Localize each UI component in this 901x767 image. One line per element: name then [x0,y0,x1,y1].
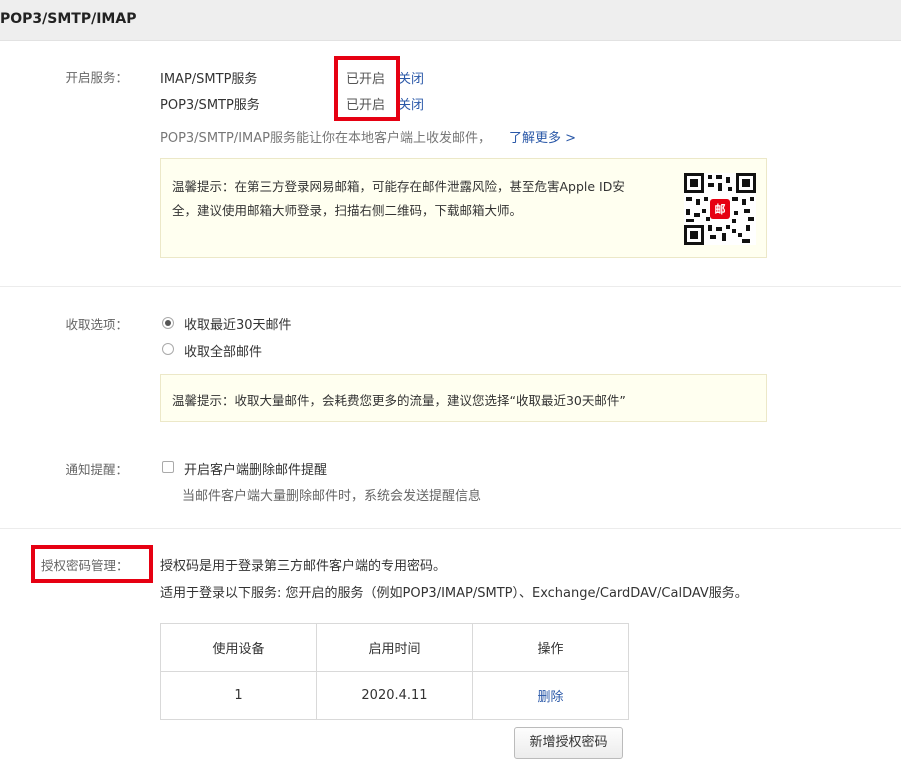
security-tip-line2: 全，建议使用邮箱大师登录，扫描右侧二维码，下载邮箱大师。 [172,203,523,218]
service-name-pop3: POP3/SMTP服务 [160,98,260,113]
table-row: 1 2020.4.11 删除 [160,671,629,720]
section-title: POP3/SMTP/IMAP [0,11,137,27]
auth-table: 使用设备 启用时间 操作 1 2020.4.11 删除 [160,623,629,720]
security-tip-box: 温馨提示：在第三方登录网易邮箱，可能存在邮件泄露风险，甚至危害Apple ID安… [160,158,767,258]
auth-desc-1: 授权码是用于登录第三方邮件客户端的专用密码。 [160,559,447,574]
highlight-status-box [334,56,400,121]
delete-link[interactable]: 删除 [537,690,563,705]
close-imap-link[interactable]: 关闭 [398,68,424,87]
section-header: POP3/SMTP/IMAP [0,0,901,41]
services-label: 开启服务： [65,70,128,85]
auth-label: 授权密码管理： [41,558,129,573]
column-header-time: 启用时间 [316,623,473,672]
table-header-row: 使用设备 启用时间 操作 [160,623,629,672]
services-description: POP3/SMTP/IMAP服务能让你在本地客户端上收发邮件， [160,131,491,146]
cell-action: 删除 [472,671,629,720]
radio-recent-30[interactable] [162,317,174,329]
radio-all-mail[interactable] [162,343,174,355]
section-divider [0,528,901,529]
fetch-tip-box: 温馨提示：收取大量邮件，会耗费您更多的流量，建议您选择“收取最近30天邮件” [160,374,767,422]
fetch-tip-text: 温馨提示：收取大量邮件，会耗费您更多的流量，建议您选择“收取最近30天邮件” [172,393,626,408]
qr-code-icon: 邮 [684,173,756,245]
notify-label: 通知提醒： [65,462,128,477]
learn-more-link[interactable]: 了解更多 > [509,127,576,146]
cell-device: 1 [160,671,317,720]
service-name-imap: IMAP/SMTP服务 [160,72,258,87]
delete-alert-hint: 当邮件客户端大量删除邮件时，系统会发送提醒信息 [182,489,482,504]
add-auth-code-button[interactable]: 新增授权密码 [514,727,623,759]
column-header-device: 使用设备 [160,623,317,672]
delete-alert-label[interactable]: 开启客户端删除邮件提醒 [184,459,327,478]
radio-all-mail-label[interactable]: 收取全部邮件 [184,341,262,360]
close-pop3-link[interactable]: 关闭 [398,94,424,113]
auth-desc-2: 适用于登录以下服务: 您开启的服务（例如POP3/IMAP/SMTP）、Exch… [160,586,748,601]
radio-recent-30-label[interactable]: 收取最近30天邮件 [184,314,292,333]
cell-time: 2020.4.11 [316,671,473,720]
qr-badge-text: 邮 [714,203,726,216]
column-header-action: 操作 [472,623,629,672]
fetch-label: 收取选项： [65,317,128,332]
delete-alert-checkbox[interactable] [162,461,174,473]
security-tip-line1: 温馨提示：在第三方登录网易邮箱，可能存在邮件泄露风险，甚至危害Apple ID安 [172,179,625,194]
section-divider [0,286,901,287]
